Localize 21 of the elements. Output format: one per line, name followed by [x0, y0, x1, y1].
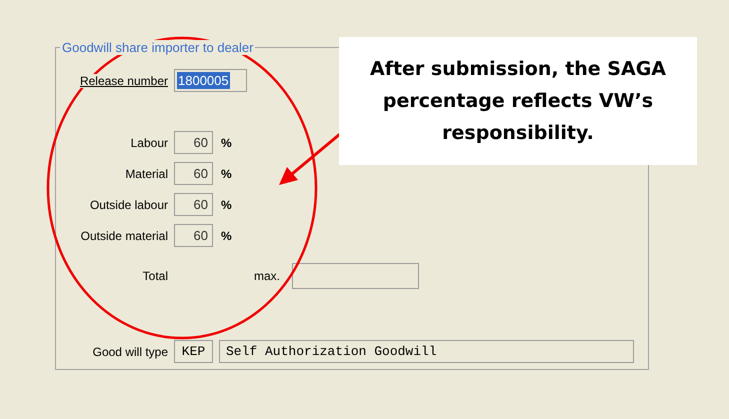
share-label: Material: [124, 166, 168, 180]
goodwill-description-field[interactable]: Self Authorization Goodwill: [219, 340, 634, 363]
share-label: Outside labour: [88, 198, 168, 212]
group-title: Goodwill share importer to dealer: [60, 40, 256, 55]
percent-unit: %: [221, 228, 232, 242]
percent-unit: %: [221, 136, 232, 150]
goodwill-type-label: Good will type: [92, 344, 168, 358]
share-label: Outside material: [80, 228, 168, 242]
total-label: Total: [142, 269, 168, 283]
goodwill-code-field[interactable]: KEP: [174, 340, 213, 363]
release-number-field[interactable]: 1800005: [174, 69, 247, 92]
annotation-text: After submission, the SAGA percentage reflects VW’s responsibility.: [368, 57, 667, 146]
share-field[interactable]: 60: [174, 131, 213, 154]
total-field[interactable]: [292, 263, 419, 289]
share-field[interactable]: 60: [174, 224, 213, 247]
share-field[interactable]: 60: [174, 162, 213, 185]
percent-unit: %: [221, 166, 232, 180]
max-label: max.: [254, 269, 282, 283]
share-label: Labour: [130, 136, 168, 150]
share-field[interactable]: 60: [174, 193, 213, 216]
percent-unit: %: [221, 198, 232, 212]
